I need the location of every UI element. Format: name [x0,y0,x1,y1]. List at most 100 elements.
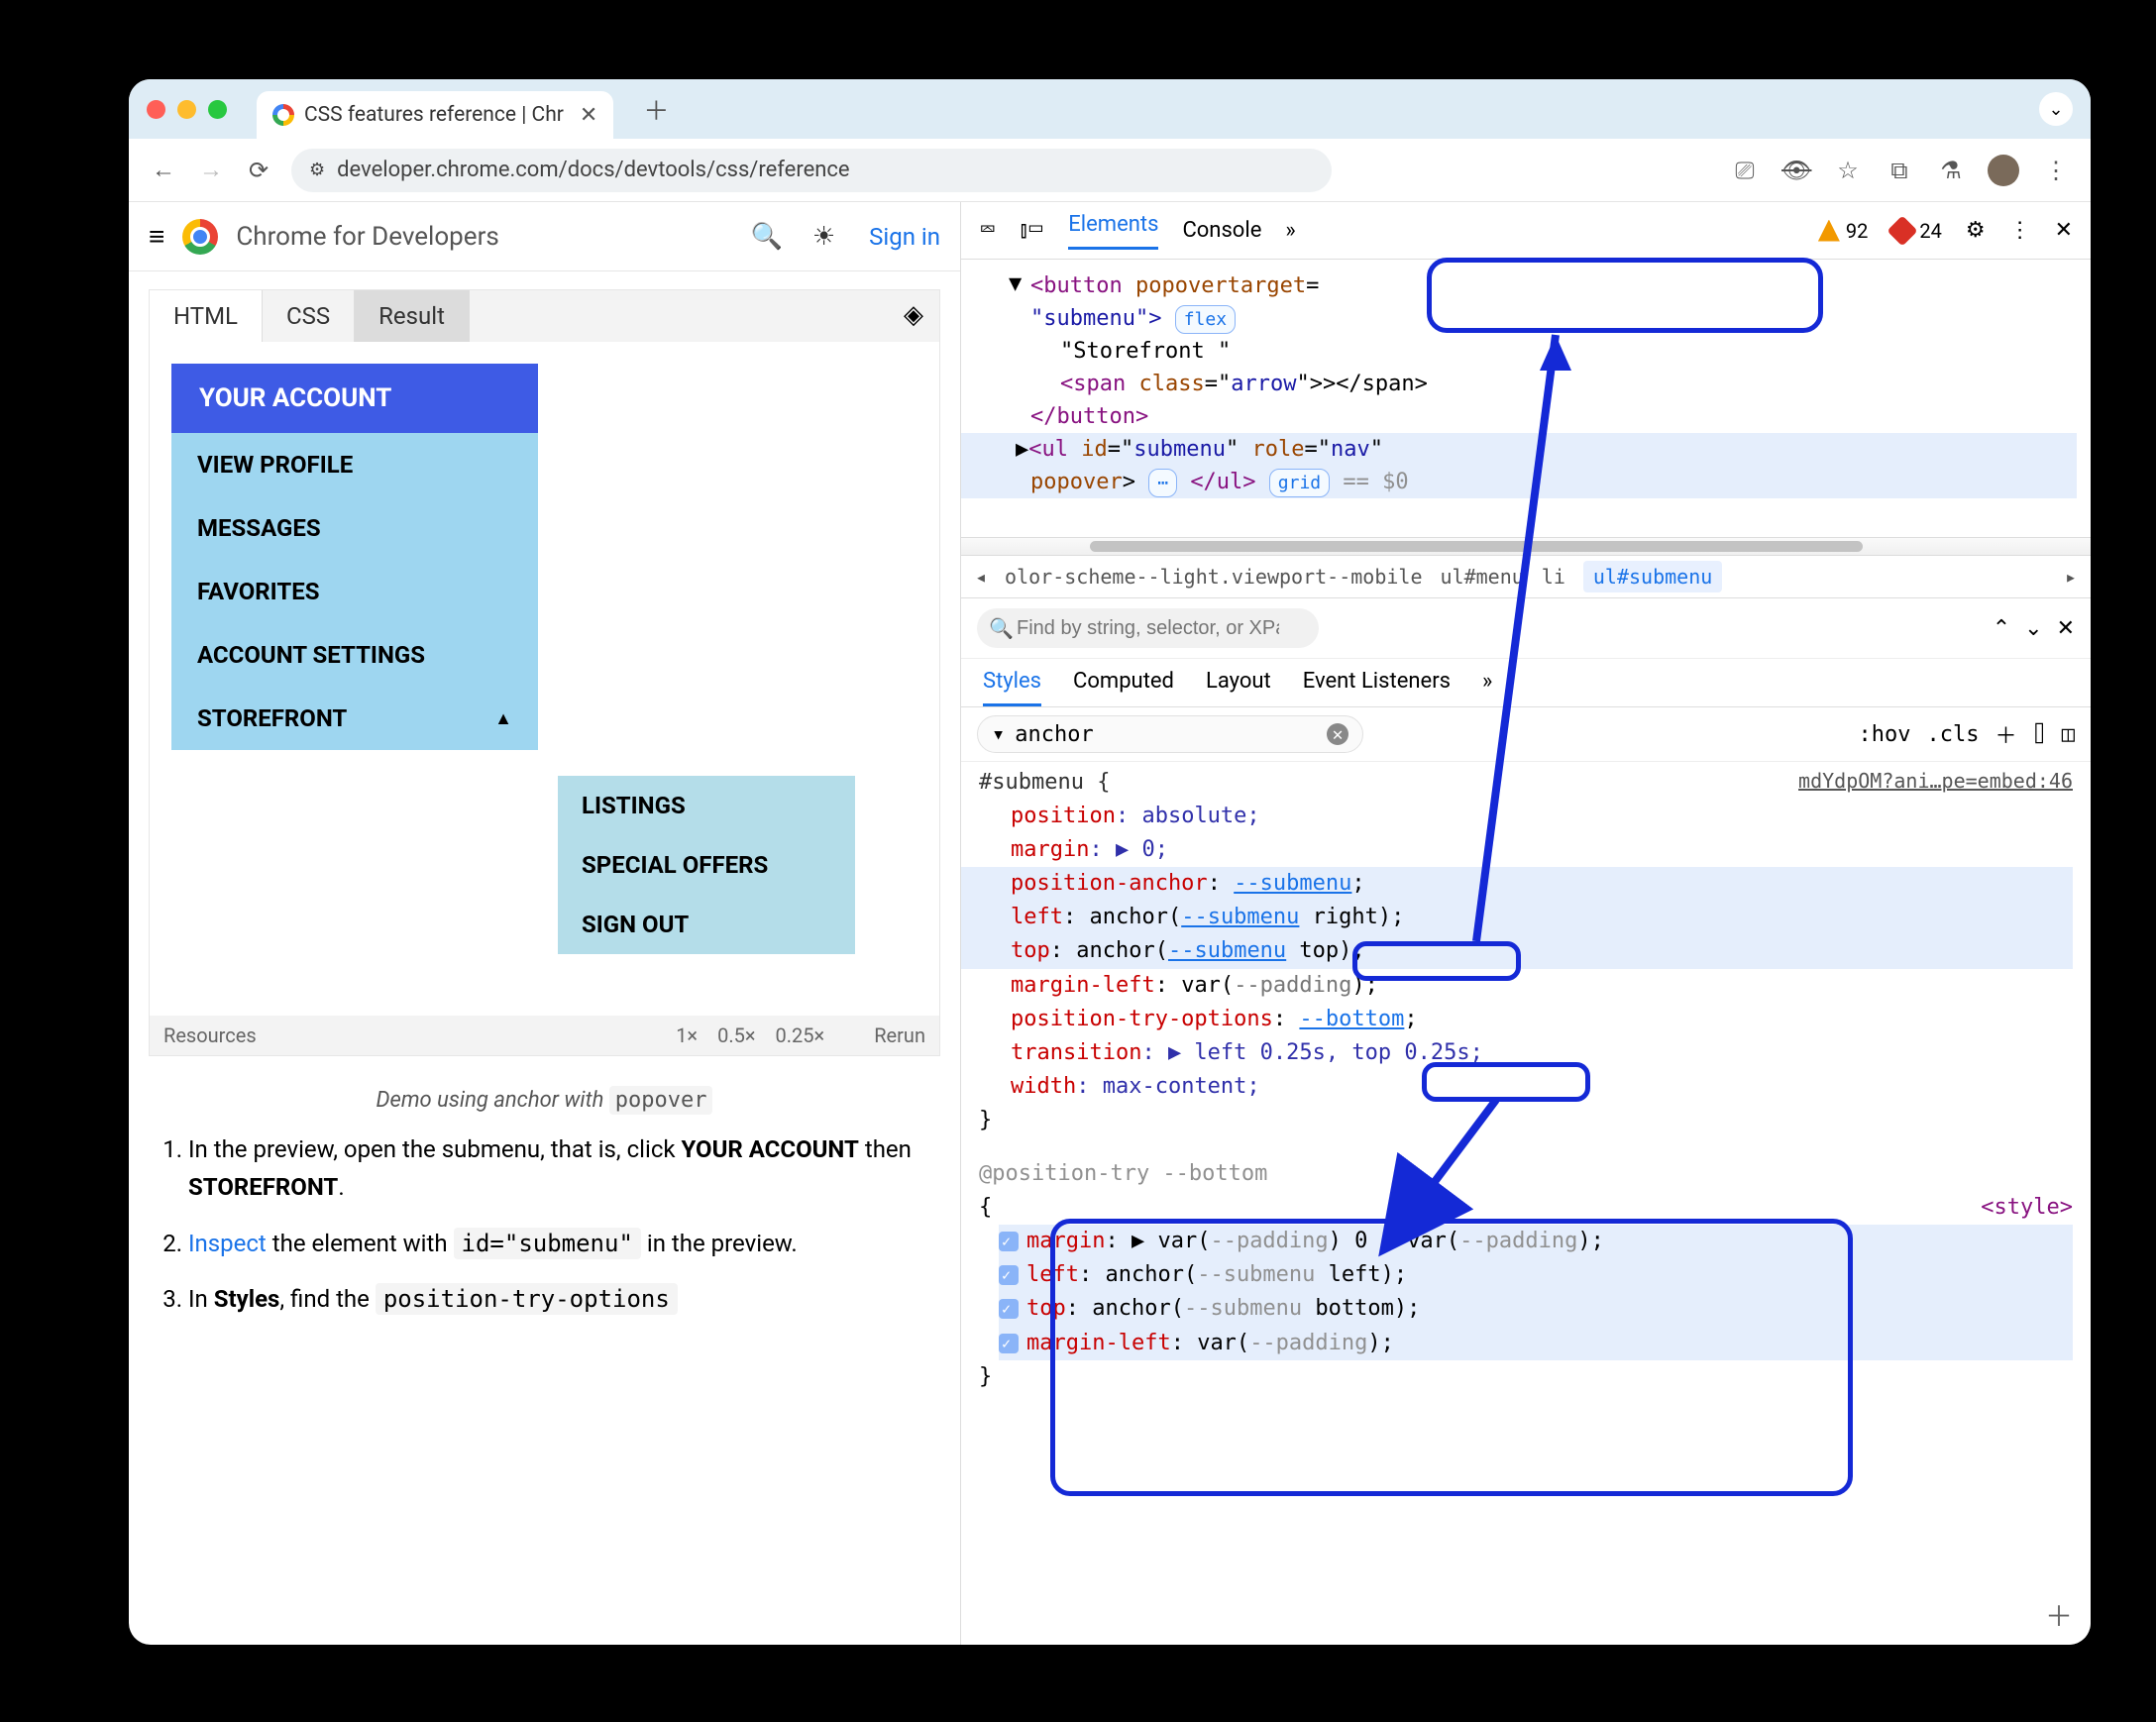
scale-05x[interactable]: 0.5× [717,1023,755,1047]
settings-icon[interactable]: ⚙ [1966,218,1986,243]
annotation-try-rule-box [1050,1219,1853,1496]
dom-search-row: 🔍 ⌃ ⌄ ✕ [961,598,2091,659]
site-settings-icon[interactable]: ⚙ [309,160,325,180]
example-preview[interactable]: YOUR ACCOUNT VIEW PROFILE MESSAGES FAVOR… [150,342,939,1016]
hov-toggle[interactable]: :hov [1859,722,1911,747]
tab-css[interactable]: CSS [263,290,355,342]
step-3: In Styles, find the position-try-options [188,1280,930,1318]
privacy-icon[interactable]: 👁 [1781,157,1811,184]
tab-close-icon[interactable]: ✕ [580,103,597,128]
browser-window: CSS features reference | Chr ✕ ＋ ⌄ ← → ⟳… [129,79,2091,1645]
elements-tab[interactable]: Elements [1068,212,1158,250]
browser-tab[interactable]: CSS features reference | Chr ✕ [257,91,613,139]
theme-icon[interactable]: ☀ [812,222,835,252]
dom-scrollbar[interactable] [961,537,2091,555]
devtools-toolbar: ⮹ ⫾▭ Elements Console » 92 24 ⚙ ⋮ ✕ [961,202,2091,260]
css-rules-pane[interactable]: mdYdpOM?ani…pe=embed:46 #submenu { posit… [961,762,2091,1645]
hamburger-icon[interactable]: ≡ [149,220,164,253]
rerun-button[interactable]: Rerun [874,1023,925,1047]
submenu-sign-out[interactable]: SIGN OUT [558,895,855,954]
brush-icon[interactable]: ⌷ [2033,722,2046,747]
menu-storefront[interactable]: STOREFRONT ▲ [171,687,538,750]
site-brand: Chrome for Developers [236,222,498,252]
back-button[interactable]: ← [149,156,178,184]
tab-title: CSS features reference | Chr [304,103,564,127]
submenu-popover: LISTINGS SPECIAL OFFERS SIGN OUT [558,776,855,954]
menu-view-profile[interactable]: VIEW PROFILE [171,433,538,496]
codepen-example: HTML CSS Result ◈ YOUR ACCOUNT VIEW PROF… [149,289,940,1056]
address-bar[interactable]: ⚙ developer.chrome.com/docs/devtools/css… [291,149,1332,192]
scale-025x[interactable]: 0.25× [776,1023,825,1047]
example-footer: Resources 1× 0.5× 0.25× Rerun [150,1016,939,1055]
menu-storefront-label: STOREFRONT [197,704,347,732]
computed-tab[interactable]: Computed [1073,669,1174,706]
close-devtools-icon[interactable]: ✕ [2055,218,2073,243]
clear-filter-icon[interactable]: ✕ [1327,723,1348,745]
resources-link[interactable]: Resources [163,1023,257,1047]
inspect-element-icon[interactable]: ⮹ [979,218,997,243]
layout-tab[interactable]: Layout [1206,669,1271,706]
new-rule-icon[interactable]: ＋ [1994,718,2016,750]
example-caption: Demo using anchor with popover [129,1088,960,1113]
forward-button[interactable]: → [196,156,226,184]
page-content: ≡ Chrome for Developers 🔍 ☀ Sign in HTML… [129,202,961,1645]
inspect-link[interactable]: Inspect [188,1230,267,1257]
scale-1x[interactable]: 1× [676,1023,698,1047]
more-icon[interactable]: ⋮ [2009,218,2031,243]
dom-breadcrumb[interactable]: ◂ olor-scheme--light.viewport--mobile ul… [961,555,2091,598]
extensions-icon[interactable]: ⧉ [1885,157,1914,184]
dom-search-input[interactable] [977,608,1319,648]
minimize-window-icon[interactable] [177,100,196,119]
cls-toggle[interactable]: .cls [1927,722,1980,747]
submenu-listings[interactable]: LISTINGS [558,776,855,835]
menu-account-settings[interactable]: ACCOUNT SETTINGS [171,623,538,687]
search-prev-icon[interactable]: ⌃ [1993,616,2010,641]
search-close-icon[interactable]: ✕ [2057,616,2075,641]
codepen-logo-icon[interactable]: ◈ [888,290,939,342]
filter-icon: ▾ [992,722,1005,747]
labs-icon[interactable]: ⚗ [1936,157,1966,184]
sign-in-link[interactable]: Sign in [869,223,940,251]
rule-source-link[interactable]: mdYdpOM?ani…pe=embed:46 [1798,766,2073,797]
styles-filter-row: ▾ anchor ✕ :hov .cls ＋ ⌷ ◫ [961,707,2091,762]
device-toggle-icon[interactable]: ⫾▭ [1021,218,1045,243]
styles-subtabs: Styles Computed Layout Event Listeners » [961,659,2091,707]
menu-messages[interactable]: MESSAGES [171,496,538,560]
breadcrumb-left-icon[interactable]: ◂ [975,565,987,589]
add-property-icon[interactable]: ＋ [2045,1595,2073,1635]
breadcrumb-right-icon[interactable]: ▸ [2065,565,2077,589]
search-icon[interactable]: 🔍 [750,222,782,252]
tabs-overflow-button[interactable]: ⌄ [2039,92,2073,126]
more-subtabs-icon[interactable]: » [1482,669,1492,706]
more-tabs-icon[interactable]: » [1285,218,1295,243]
close-window-icon[interactable] [147,100,165,119]
menu-favorites[interactable]: FAVORITES [171,560,538,623]
styles-tab[interactable]: Styles [983,669,1041,706]
cast-icon[interactable]: ⎚ [1730,157,1760,184]
new-tab-button[interactable]: ＋ [643,91,669,128]
menu-icon[interactable]: ⋮ [2041,157,2071,184]
site-header: ≡ Chrome for Developers 🔍 ☀ Sign in [129,202,960,271]
styles-filter-input[interactable]: ▾ anchor ✕ [977,715,1363,753]
tab-result[interactable]: Result [355,290,470,342]
chrome-logo-icon [182,219,218,255]
tab-html[interactable]: HTML [150,290,263,342]
menu-your-account[interactable]: YOUR ACCOUNT [171,364,538,433]
instruction-steps: In the preview, open the submenu, that i… [129,1130,960,1337]
annotation-bottom-pill [1422,1062,1590,1102]
profile-avatar[interactable] [1988,155,2019,186]
errors-badge[interactable]: 24 [1891,219,1941,243]
caption-code: popover [609,1086,713,1115]
computed-toggle-icon[interactable]: ◫ [2062,722,2075,747]
reload-button[interactable]: ⟳ [244,157,273,184]
submenu-special-offers[interactable]: SPECIAL OFFERS [558,835,855,895]
bookmark-icon[interactable]: ☆ [1833,157,1863,184]
event-listeners-tab[interactable]: Event Listeners [1303,669,1451,706]
console-tab[interactable]: Console [1182,218,1261,243]
maximize-window-icon[interactable] [208,100,227,119]
caption-text: Demo using anchor with [377,1088,609,1113]
style-source-link[interactable]: <style> [1981,1191,2073,1225]
search-next-icon[interactable]: ⌄ [2024,616,2042,641]
warnings-badge[interactable]: 92 [1818,219,1868,243]
window-titlebar: CSS features reference | Chr ✕ ＋ ⌄ [129,79,2091,139]
